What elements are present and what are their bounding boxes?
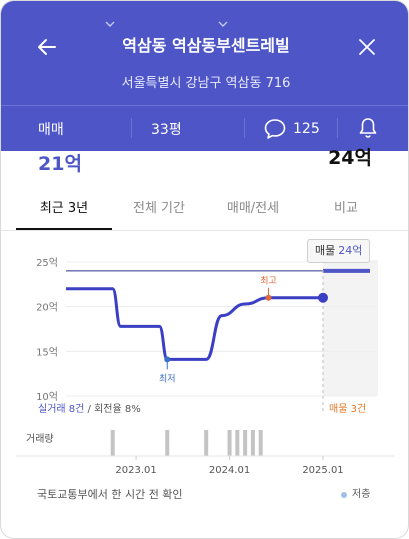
y-tick-label: 20억 (36, 302, 58, 314)
comment-count: 125 (293, 120, 320, 137)
listing-badge-prefix: 매물 (315, 244, 336, 257)
deal-type-label: 매매 (38, 121, 64, 138)
data-source-note: 국토교통부에서 한 시간 전 확인 (37, 488, 183, 501)
x-tick-label: 2023.01 (115, 465, 156, 476)
tab-recent-3-years[interactable]: 최근 3년 (16, 197, 112, 221)
volume-bar (204, 430, 209, 456)
size-select[interactable]: 33평 (151, 106, 182, 151)
bell-icon (359, 118, 377, 138)
volume-bar (258, 430, 263, 456)
latest-price-point (318, 292, 328, 303)
tab-compare[interactable]: 비교 (298, 197, 394, 221)
volume-bar (235, 430, 240, 456)
listing-price: 24억 (328, 147, 372, 169)
size-label: 33평 (151, 121, 182, 138)
volume-bar (250, 430, 255, 456)
listing-badge[interactable]: 매물 24억 (307, 239, 371, 263)
notification-button[interactable] (356, 116, 380, 140)
volume-bar (165, 430, 170, 456)
price-chart[interactable]: 25억 20억 15억 10억 최고최저 2023.01 2024.01 2025.01 (1, 233, 409, 483)
listing-badge-value: 24억 (338, 244, 363, 257)
chevron-down-icon (105, 21, 115, 27)
min-marker-dot (164, 356, 171, 363)
tab-divider (1, 230, 408, 231)
legend-low-label: 저층 (352, 489, 371, 500)
volume-bar (243, 430, 248, 456)
turnover-rate: 회전율 8% (94, 404, 141, 415)
address-text: 서울특별시 강남구 역삼동 716 (121, 76, 291, 91)
comments-button[interactable]: 125 (263, 106, 320, 151)
close-icon (359, 39, 375, 55)
y-tick-label: 15억 (36, 346, 58, 358)
back-button[interactable] (35, 35, 59, 59)
select-divider (244, 118, 245, 138)
trade-count: 실거래 8건 (38, 404, 85, 415)
y-tick-label: 25억 (36, 257, 58, 269)
x-tick-label: 2024.01 (209, 465, 250, 476)
x-tick-label: 2025.01 (302, 465, 343, 476)
y-tick-label: 10억 (36, 391, 58, 403)
select-divider (131, 118, 132, 138)
volume-bar (227, 430, 232, 456)
future-area (323, 260, 378, 396)
speech-bubble-icon (264, 118, 286, 139)
header: 역삼동 역삼동부센트레빌 서울특별시 강남구 역삼동 716 매매 33평 12… (1, 1, 408, 151)
page-title: 역삼동 역삼동부센트레빌 (122, 36, 290, 55)
tab-sale-jeonse[interactable]: 매매/전세 (205, 197, 301, 221)
max-label: 최고 (260, 276, 277, 287)
close-button[interactable] (355, 35, 379, 59)
chevron-down-icon (218, 21, 228, 27)
deal-type-select[interactable]: 매매 (38, 106, 64, 151)
volume-bar (110, 430, 115, 456)
volume-label: 거래량 (26, 434, 54, 445)
legend-low-floor: 저층 (341, 487, 370, 503)
select-divider (337, 118, 338, 138)
trade-stats: 실거래 8건 / 회전율 8% (38, 403, 141, 417)
back-arrow-icon (38, 39, 56, 55)
latest-trade-price: 21억 (38, 153, 82, 175)
stats-separator: / (84, 404, 95, 415)
min-label: 최저 (159, 373, 176, 384)
listing-count: 매물 3건 (329, 404, 367, 415)
legend-dot (341, 492, 347, 498)
tab-all-period[interactable]: 전체 기간 (111, 197, 207, 221)
price-line (66, 287, 323, 361)
app-frame: 역삼동 역삼동부센트레빌 서울특별시 강남구 역삼동 716 매매 33평 12… (0, 0, 409, 539)
max-marker-dot (265, 294, 272, 301)
